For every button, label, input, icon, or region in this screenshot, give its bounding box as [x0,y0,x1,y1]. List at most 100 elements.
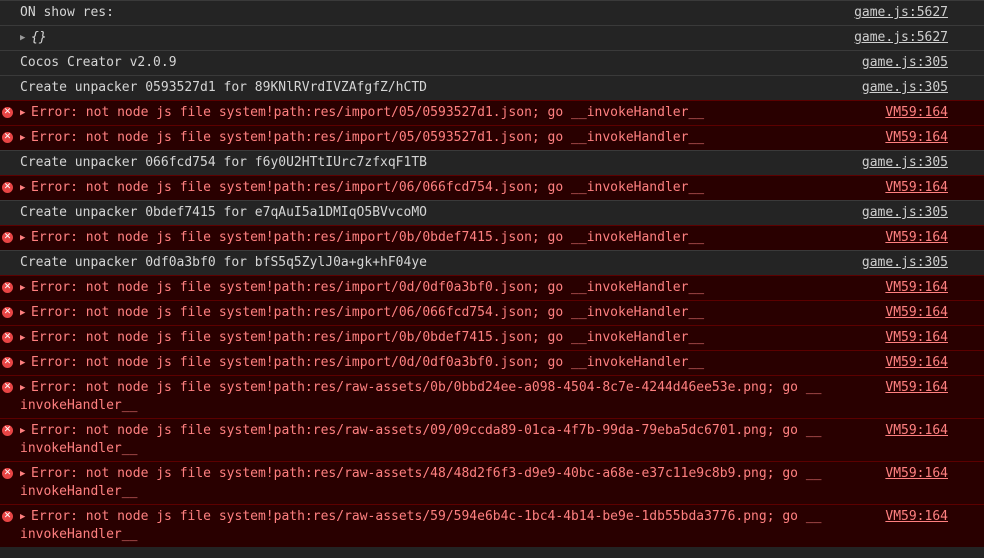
console-log-panel[interactable]: ON show res: game.js:5627 ▶{} game.js:5627 C… [0,0,984,558]
error-icon: ✕ [2,282,13,293]
console-error-row[interactable]: ✕ ▶ Error: not node js file system!path:re… [0,100,984,125]
error-icon: ✕ [2,382,13,393]
console-error-row[interactable]: ✕ ▶ Error: not node js file system!path:re… [0,325,984,350]
console-log-row[interactable]: ▶{} game.js:5627 [0,25,984,50]
source-link[interactable]: game.js:305 [838,54,984,72]
console-error-row[interactable]: ✕ ▶ Error: not node js file system!path:re… [0,375,984,418]
console-message-text: {} [31,30,47,45]
console-message-text: Error: not node js file system!path:res/… [31,355,705,370]
expand-triangle-icon[interactable]: ▶ [20,29,31,47]
console-message-text: Error: not node js file system!path:res/… [31,330,705,345]
console-message: ▶ Error: not node js file system!path:res… [20,354,838,372]
error-icon: ✕ [2,307,13,318]
source-link[interactable]: VM59:164 [838,129,984,147]
error-icon: ✕ [2,182,13,193]
console-log-row: Create unpacker 066fcd754 for f6y0U2HTtI… [0,150,984,175]
source-link[interactable]: game.js:305 [838,154,984,172]
console-message-text: Error: not node js file system!path:res/… [31,105,705,120]
console-message: ▶ Error: not node js file system!path:res… [20,329,838,347]
console-log-row: ON show res: game.js:5627 [0,0,984,25]
console-message: Cocos Creator v2.0.9 [20,54,838,72]
console-message: ▶ Error: not node js file system!path:res… [20,179,838,197]
error-icon: ✕ [2,332,13,343]
console-message: Create unpacker 0df0a3bf0 for bfS5q5ZylJ… [20,254,838,272]
error-icon: ✕ [2,357,13,368]
source-link[interactable]: VM59:164 [838,229,984,247]
expand-triangle-icon[interactable]: ▶ [20,465,31,483]
source-link[interactable]: VM59:164 [838,304,984,322]
error-icon: ✕ [2,132,13,143]
console-message: ▶ Error: not node js file system!path:res… [20,279,838,297]
console-message-text: Create unpacker 0593527d1 for 89KNlRVrdI… [20,80,427,95]
source-link[interactable]: game.js:5627 [838,29,984,47]
expand-triangle-icon[interactable]: ▶ [20,354,31,372]
expand-triangle-icon[interactable]: ▶ [20,508,31,526]
console-message-text: Create unpacker 0df0a3bf0 for bfS5q5ZylJ… [20,255,427,270]
console-error-row[interactable]: ✕ ▶ Error: not node js file system!path:re… [0,225,984,250]
expand-triangle-icon[interactable]: ▶ [20,229,31,247]
console-message-text: Error: not node js file system!path:res/… [20,509,822,542]
console-message: ▶ Error: not node js file system!path:res… [20,104,838,122]
expand-triangle-icon[interactable]: ▶ [20,104,31,122]
console-message-text: Error: not node js file system!path:res/… [31,230,705,245]
console-message-text: Create unpacker 0bdef7415 for e7qAuI5a1D… [20,205,427,220]
source-link[interactable]: VM59:164 [838,465,984,483]
console-log-row: Create unpacker 0bdef7415 for e7qAuI5a1D… [0,200,984,225]
expand-triangle-icon[interactable]: ▶ [20,379,31,397]
console-message-text: Cocos Creator v2.0.9 [20,55,177,70]
console-message-text: Error: not node js file system!path:res/… [31,280,705,295]
expand-triangle-icon[interactable]: ▶ [20,279,31,297]
console-message: ▶ Error: not node js file system!path:res… [20,422,838,458]
console-message-text: Error: not node js file system!path:res/… [20,423,822,456]
expand-triangle-icon[interactable]: ▶ [20,329,31,347]
source-link[interactable]: game.js:305 [838,254,984,272]
console-error-row[interactable]: ✕ ▶ Error: not node js file system!path:re… [0,504,984,547]
source-link[interactable]: VM59:164 [838,508,984,526]
expand-triangle-icon[interactable]: ▶ [20,129,31,147]
error-icon: ✕ [2,107,13,118]
console-error-row[interactable]: ✕ ▶ Error: not node js file system!path:re… [0,125,984,150]
console-error-row[interactable]: ✕ ▶ Error: not node js file system!path:re… [0,275,984,300]
console-error-row[interactable]: ✕ ▶ Error: not node js file system!path:re… [0,300,984,325]
error-icon: ✕ [2,468,13,479]
console-message: ▶ Error: not node js file system!path:res… [20,229,838,247]
console-message-text: Error: not node js file system!path:res/… [20,380,822,413]
source-link[interactable]: game.js:305 [838,79,984,97]
console-message: ▶ Error: not node js file system!path:res… [20,304,838,322]
source-link[interactable]: VM59:164 [838,422,984,440]
console-message: Create unpacker 066fcd754 for f6y0U2HTtI… [20,154,838,172]
console-error-row[interactable]: ✕ ▶ Error: not node js file system!path:re… [0,350,984,375]
console-error-row[interactable]: ✕ ▶ Error: not node js file system!path:re… [0,175,984,200]
error-icon: ✕ [2,511,13,522]
console-message: ▶ Error: not node js file system!path:res… [20,129,838,147]
source-link[interactable]: VM59:164 [838,329,984,347]
console-message: ▶ Error: not node js file system!path:res… [20,508,838,544]
source-link[interactable]: game.js:305 [838,204,984,222]
source-link[interactable]: VM59:164 [838,354,984,372]
console-message-text: ON show res: [20,5,114,20]
console-message: ▶ Error: not node js file system!path:res… [20,465,838,501]
console-message-text: Error: not node js file system!path:res/… [31,180,705,195]
console-error-row[interactable]: ✕ ▶ Error: not node js file system!path:re… [0,461,984,504]
error-icon: ✕ [2,232,13,243]
console-message: Create unpacker 0593527d1 for 89KNlRVrdI… [20,79,838,97]
source-link[interactable]: VM59:164 [838,379,984,397]
source-link[interactable]: game.js:5627 [838,4,984,22]
source-link[interactable]: VM59:164 [838,279,984,297]
console-message: ON show res: [20,4,838,22]
source-link[interactable]: VM59:164 [838,104,984,122]
expand-triangle-icon[interactable]: ▶ [20,422,31,440]
console-message-text: Create unpacker 066fcd754 for f6y0U2HTtI… [20,155,427,170]
console-message: Create unpacker 0bdef7415 for e7qAuI5a1D… [20,204,838,222]
error-icon: ✕ [2,425,13,436]
console-log-row: Cocos Creator v2.0.9 game.js:305 [0,50,984,75]
console-error-row[interactable]: ✕ ▶ Error: not node js file system!path:re… [0,418,984,461]
console-message: ▶ Error: not node js file system!path:res… [20,379,838,415]
console-message-text: Error: not node js file system!path:res/… [31,305,705,320]
expand-triangle-icon[interactable]: ▶ [20,179,31,197]
console-log-row: Create unpacker 0df0a3bf0 for bfS5q5ZylJ… [0,250,984,275]
expand-triangle-icon[interactable]: ▶ [20,304,31,322]
console-message-text: Error: not node js file system!path:res/… [31,130,705,145]
source-link[interactable]: VM59:164 [838,179,984,197]
console-message-text: Error: not node js file system!path:res/… [20,466,822,499]
